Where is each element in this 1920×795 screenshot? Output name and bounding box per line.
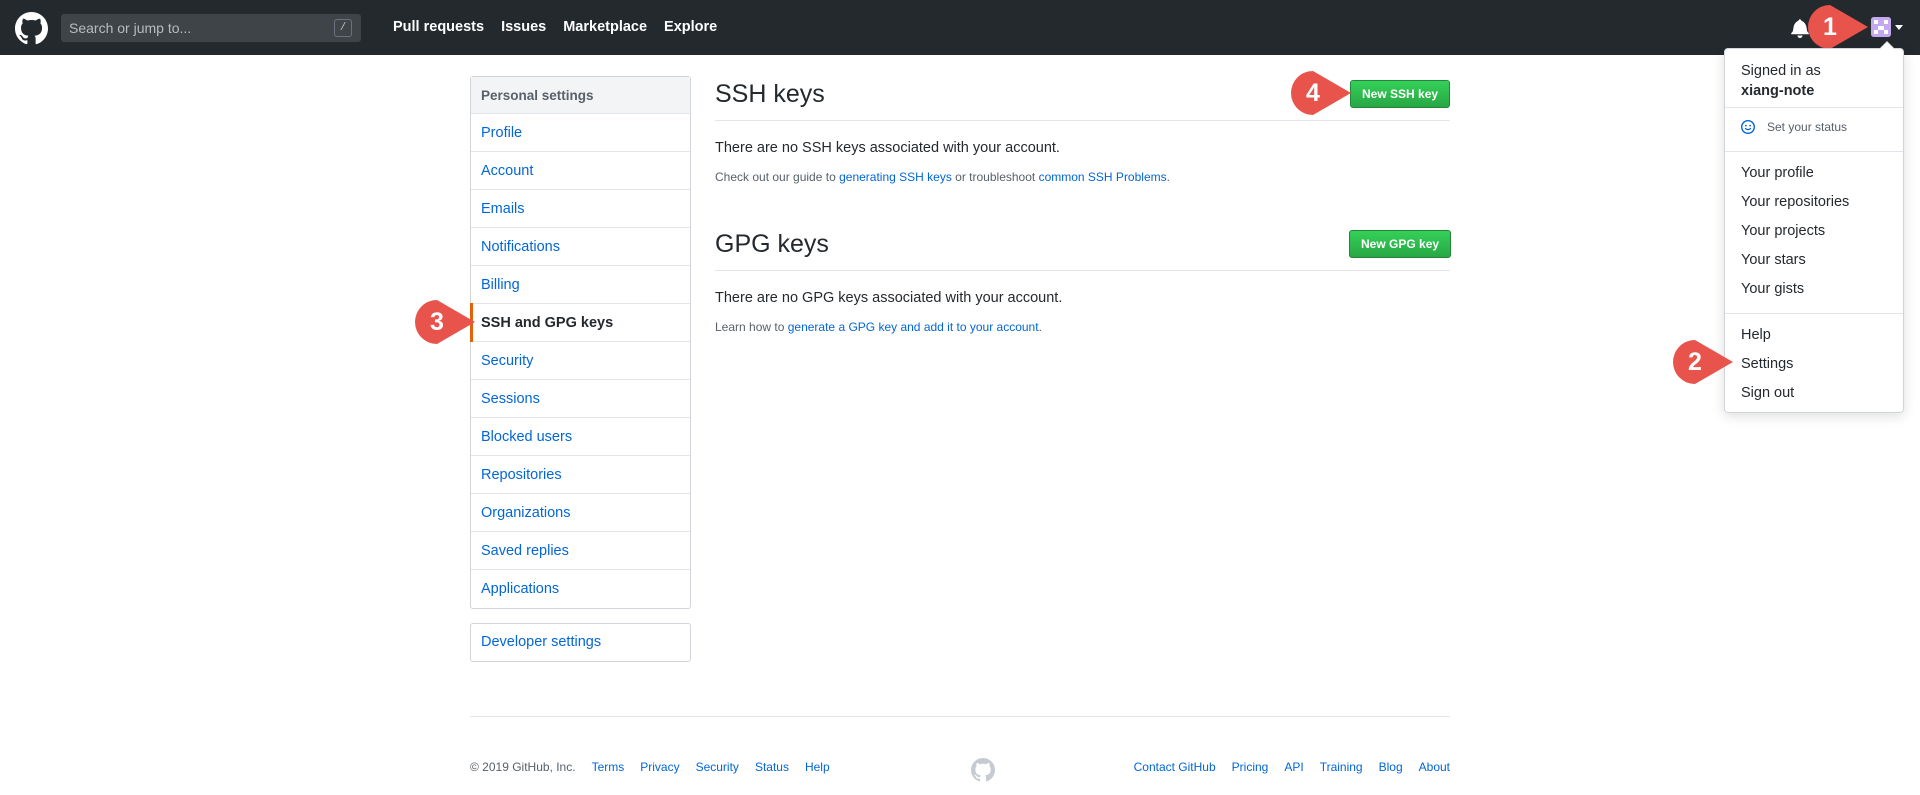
gpg-learn-note: Learn how to generate a GPG key and add …	[715, 320, 1042, 334]
footer-link-status[interactable]: Status	[755, 760, 789, 774]
step-marker-2-label: 2	[1688, 348, 1702, 376]
github-mark-icon[interactable]	[971, 758, 995, 782]
sidebar-item-repositories[interactable]: Repositories	[471, 456, 690, 494]
ssh-empty-message: There are no SSH keys associated with yo…	[715, 140, 1060, 156]
common-ssh-problems-link[interactable]: common SSH Problems	[1039, 170, 1167, 184]
ssh-guide-suffix: .	[1166, 170, 1170, 184]
footer-link-about[interactable]: About	[1419, 760, 1450, 774]
footer-link-privacy[interactable]: Privacy	[640, 760, 679, 774]
footer-link-blog[interactable]: Blog	[1379, 760, 1403, 774]
nav-marketplace[interactable]: Marketplace	[563, 19, 647, 35]
new-gpg-key-button[interactable]: New GPG key	[1349, 230, 1452, 258]
sidebar-item-sessions[interactable]: Sessions	[471, 380, 690, 418]
gpg-empty-message: There are no GPG keys associated with yo…	[715, 290, 1063, 306]
menu-item-your-repositories[interactable]: Your repositories	[1741, 194, 1849, 210]
menu-item-your-gists[interactable]: Your gists	[1741, 281, 1804, 297]
sidebar-item-billing[interactable]: Billing	[471, 266, 690, 304]
settings-sidebar: Personal settings Profile Account Emails…	[470, 76, 691, 609]
footer-left: © 2019 GitHub, Inc. Terms Privacy Securi…	[470, 760, 846, 774]
generating-ssh-keys-link[interactable]: generating SSH keys	[839, 170, 952, 184]
menu-divider	[1725, 107, 1903, 108]
step-marker-4-label: 4	[1306, 79, 1320, 107]
footer-link-contact[interactable]: Contact GitHub	[1134, 760, 1216, 774]
menu-item-your-profile[interactable]: Your profile	[1741, 165, 1814, 181]
gpg-learn-suffix: .	[1038, 320, 1042, 334]
signed-in-label: Signed in as	[1741, 63, 1821, 79]
ssh-guide-note: Check out our guide to generating SSH ke…	[715, 170, 1170, 184]
sidebar-item-ssh-gpg-keys[interactable]: SSH and GPG keys	[470, 303, 690, 342]
step-marker-2: 2	[1673, 340, 1735, 384]
nav-explore[interactable]: Explore	[664, 19, 717, 35]
github-logo-icon[interactable]	[15, 12, 48, 45]
step-marker-4: 4	[1291, 71, 1353, 115]
sidebar-item-applications[interactable]: Applications	[471, 570, 690, 608]
search-input[interactable]	[61, 14, 361, 42]
sidebar-heading: Personal settings	[471, 77, 690, 114]
menu-item-your-projects[interactable]: Your projects	[1741, 223, 1825, 239]
ssh-keys-title: SSH keys	[715, 80, 825, 108]
menu-item-sign-out[interactable]: Sign out	[1741, 385, 1794, 401]
search-shortcut-key: /	[334, 19, 352, 37]
top-bar: / Pull requests Issues Marketplace Explo…	[0, 0, 1920, 55]
new-ssh-key-button[interactable]: New SSH key	[1350, 80, 1451, 108]
footer-link-security[interactable]: Security	[696, 760, 739, 774]
footer-link-pricing[interactable]: Pricing	[1232, 760, 1269, 774]
sidebar-item-security[interactable]: Security	[471, 342, 690, 380]
footer-divider	[470, 716, 1450, 717]
header-nav: Pull requests Issues Marketplace Explore	[393, 19, 717, 35]
nav-pull-requests[interactable]: Pull requests	[393, 19, 484, 35]
menu-item-help[interactable]: Help	[1741, 327, 1771, 343]
bell-icon[interactable]	[1790, 18, 1810, 38]
menu-item-settings[interactable]: Settings	[1741, 356, 1793, 372]
menu-divider	[1725, 151, 1903, 152]
gpg-learn-prefix: Learn how to	[715, 320, 785, 334]
generate-gpg-key-link[interactable]: generate a GPG key and add it to your ac…	[788, 320, 1039, 334]
signed-in-as: Signed in as xiang-note	[1741, 61, 1821, 101]
sidebar-item-organizations[interactable]: Organizations	[471, 494, 690, 532]
sidebar-item-developer-settings[interactable]: Developer settings	[470, 623, 691, 662]
menu-divider	[1725, 313, 1903, 314]
username: xiang-note	[1741, 83, 1815, 99]
gpg-divider	[715, 270, 1450, 271]
ssh-divider	[715, 120, 1450, 121]
footer-link-training[interactable]: Training	[1320, 760, 1363, 774]
menu-item-your-stars[interactable]: Your stars	[1741, 252, 1806, 268]
step-marker-1-label: 1	[1823, 13, 1837, 41]
smiley-icon	[1741, 120, 1755, 134]
sidebar-item-blocked-users[interactable]: Blocked users	[471, 418, 690, 456]
user-dropdown-menu: Signed in as xiang-note Set your status …	[1724, 41, 1904, 413]
set-status-label: Set your status	[1767, 120, 1848, 134]
step-marker-1: 1	[1808, 5, 1870, 49]
ssh-guide-prefix: Check out our guide to	[715, 170, 836, 184]
footer-link-help[interactable]: Help	[805, 760, 830, 774]
nav-issues[interactable]: Issues	[501, 19, 546, 35]
sidebar-item-account[interactable]: Account	[471, 152, 690, 190]
caret-down-icon[interactable]	[1895, 25, 1903, 30]
footer-right: Contact GitHub Pricing API Training Blog…	[1134, 760, 1450, 774]
set-status-item[interactable]: Set your status	[1741, 120, 1847, 134]
sidebar-item-profile[interactable]: Profile	[471, 114, 690, 152]
sidebar-item-emails[interactable]: Emails	[471, 190, 690, 228]
footer-link-api[interactable]: API	[1284, 760, 1303, 774]
ssh-guide-mid: or troubleshoot	[955, 170, 1036, 184]
sidebar-item-saved-replies[interactable]: Saved replies	[471, 532, 690, 570]
step-marker-3-label: 3	[430, 308, 444, 336]
sidebar-item-notifications[interactable]: Notifications	[471, 228, 690, 266]
search-box[interactable]: /	[61, 14, 361, 42]
gpg-keys-title: GPG keys	[715, 230, 829, 258]
footer-link-terms[interactable]: Terms	[592, 760, 625, 774]
footer-copyright: © 2019 GitHub, Inc.	[470, 760, 576, 774]
step-marker-3: 3	[415, 300, 477, 344]
